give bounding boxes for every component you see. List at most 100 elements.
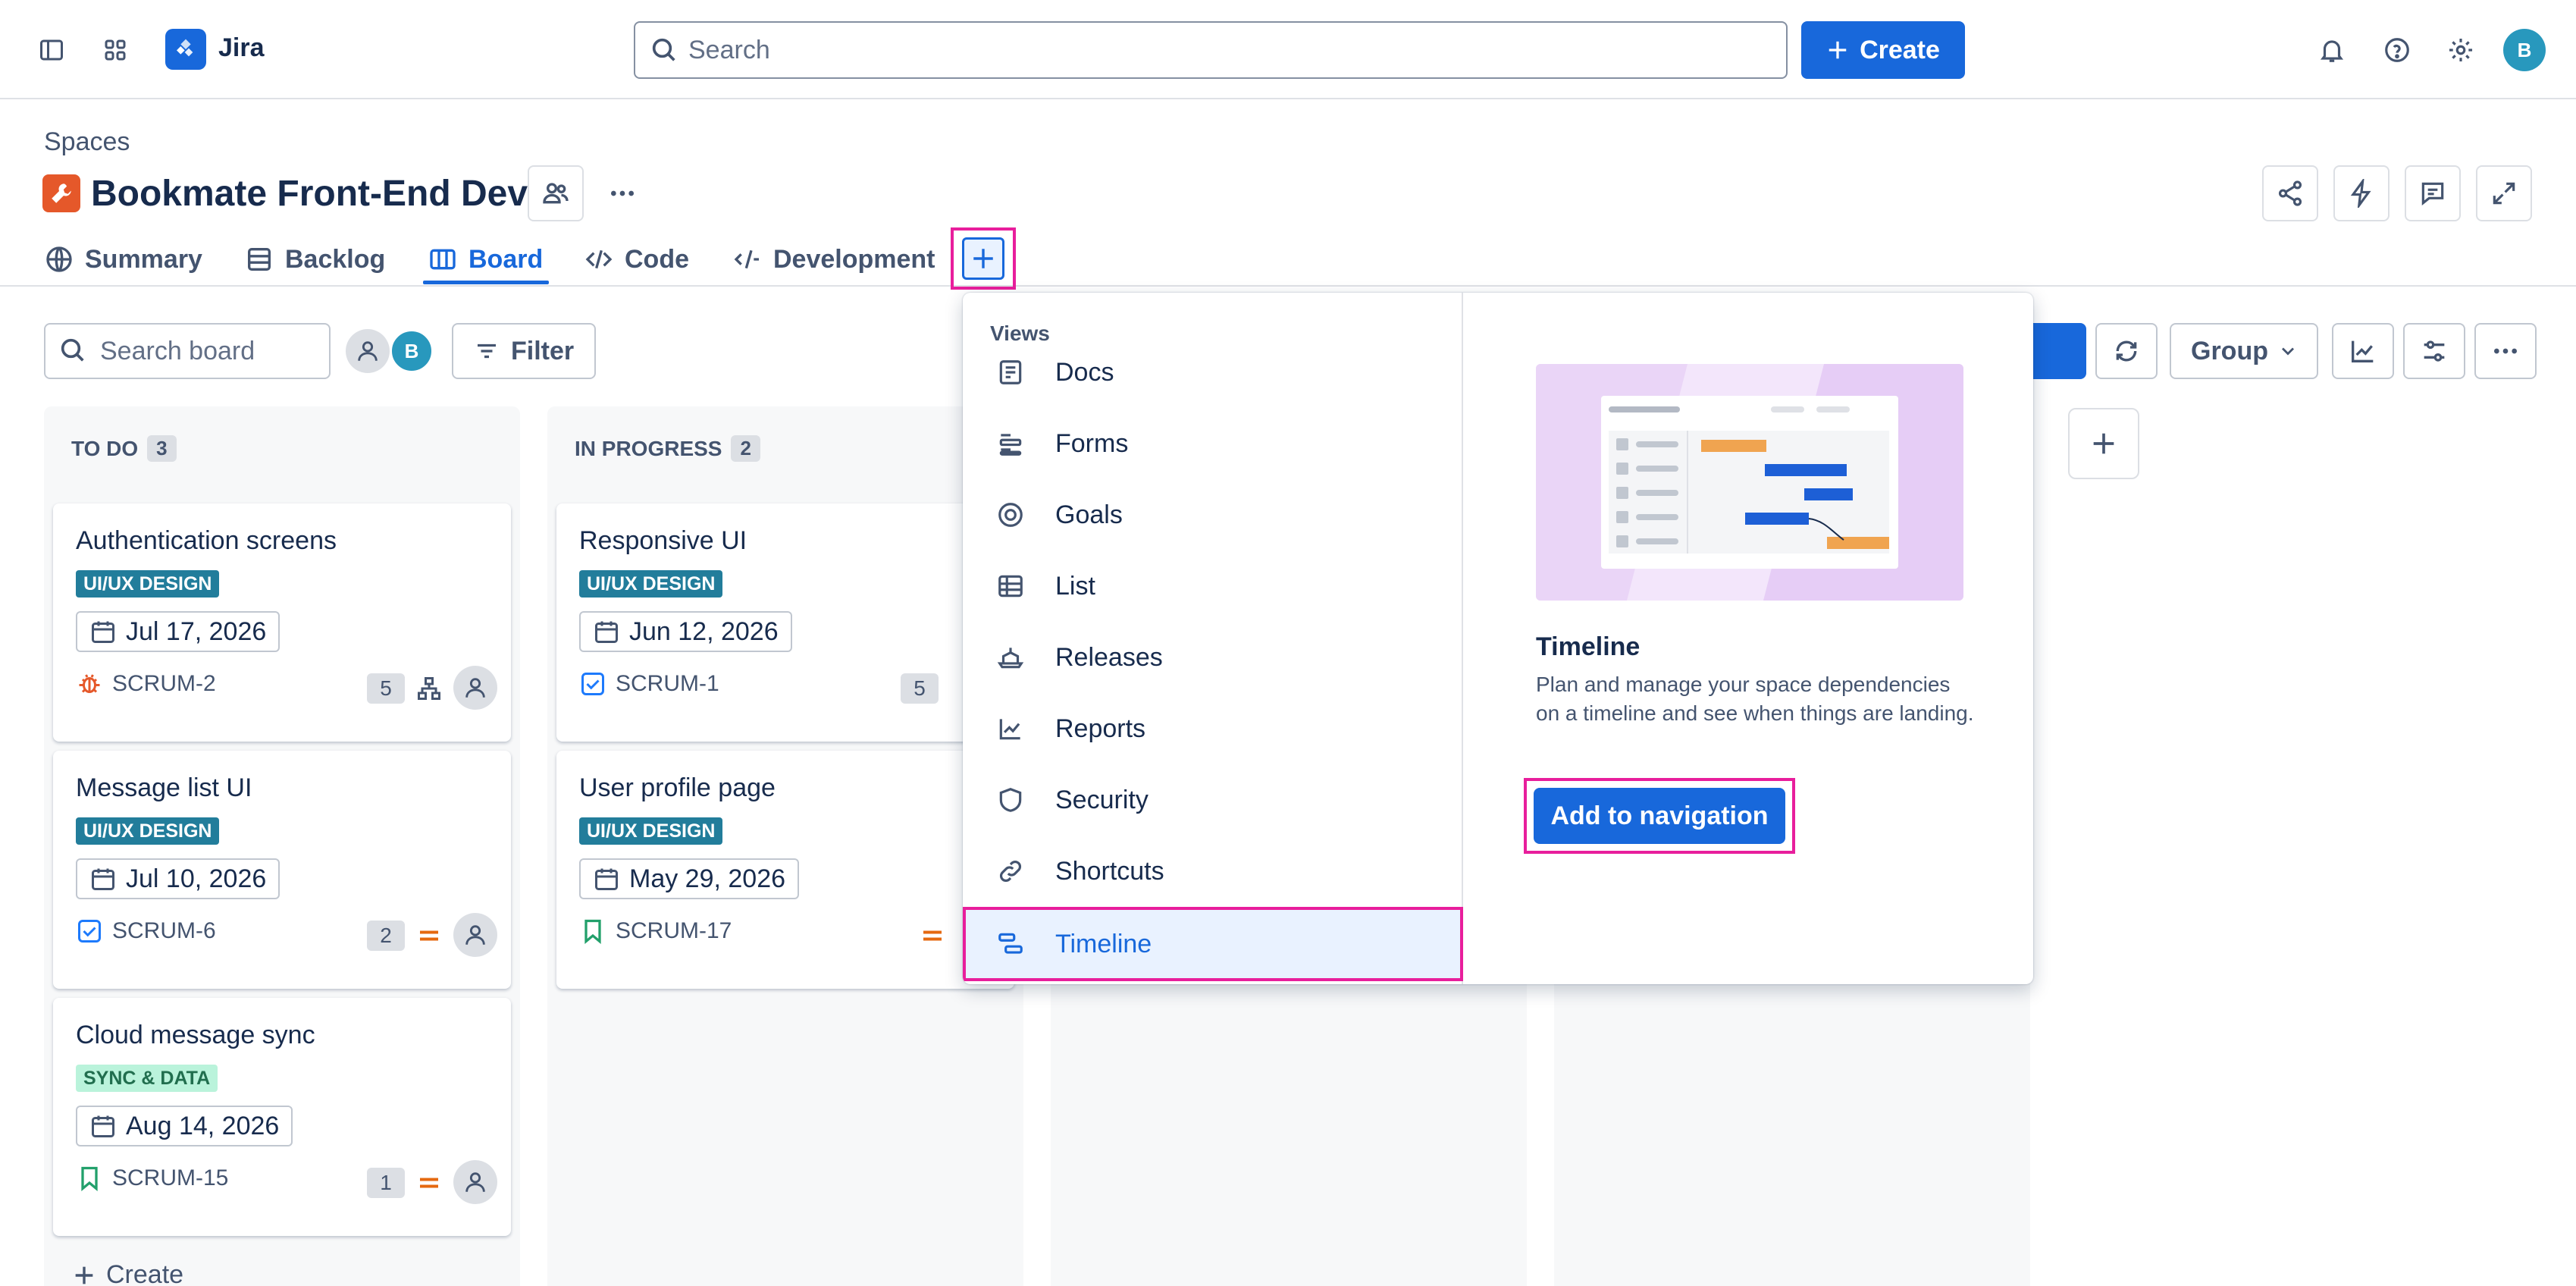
issue-card[interactable]: User profile page UI/UX DESIGN May 29, 2… [556, 751, 1014, 989]
issue-card[interactable]: Cloud message sync SYNC & DATA Aug 14, 2… [53, 998, 511, 1236]
tab-development[interactable]: Development [732, 235, 935, 284]
add-to-navigation-highlight: Add to navigation [1524, 778, 1795, 854]
views-dropdown-menu: Views Docs Forms Goals List Releases Rep… [963, 293, 2033, 984]
due-date[interactable]: Jul 17, 2026 [76, 611, 280, 652]
search-placeholder: Search [688, 35, 770, 64]
active-tab-indicator [423, 281, 549, 284]
issue-key[interactable]: SCRUM-15 [112, 1165, 228, 1191]
board-search-placeholder: Search board [100, 336, 255, 365]
view-item-security[interactable]: Security [963, 764, 1463, 836]
tab-backlog[interactable]: Backlog [244, 235, 385, 284]
board-more-button[interactable] [2474, 323, 2537, 379]
add-to-navigation-button[interactable]: Add to navigation [1534, 788, 1785, 844]
view-item-docs[interactable]: Docs [963, 337, 1463, 408]
due-date[interactable]: Jul 10, 2026 [76, 858, 280, 899]
priority-medium-icon [415, 922, 443, 949]
share-button[interactable] [2262, 165, 2318, 221]
code-icon [584, 244, 614, 274]
insights-button[interactable] [2332, 323, 2394, 379]
global-search-input[interactable]: Search [634, 21, 1788, 79]
assignee-avatar[interactable] [453, 913, 497, 957]
assignee-avatar[interactable] [453, 666, 497, 710]
due-date[interactable]: Jun 12, 2026 [579, 611, 792, 652]
breadcrumb[interactable]: Spaces [44, 127, 130, 157]
subtasks-icon [415, 675, 443, 702]
issue-card[interactable]: Message list UI UI/UX DESIGN Jul 10, 202… [53, 751, 511, 989]
list-table-icon [996, 572, 1025, 601]
app-switcher-icon[interactable] [94, 29, 136, 71]
more-actions-button[interactable] [594, 165, 650, 221]
view-settings-button[interactable] [2403, 323, 2465, 379]
person-icon [462, 1169, 488, 1195]
add-column-button[interactable] [2068, 408, 2139, 479]
calendar-icon [593, 618, 620, 645]
view-item-goals[interactable]: Goals [963, 479, 1463, 550]
tab-summary[interactable]: Summary [44, 235, 202, 284]
tab-board[interactable]: Board [428, 235, 543, 284]
board-search-input[interactable]: Search board [44, 323, 331, 379]
refresh-icon [2111, 336, 2142, 366]
feedback-button[interactable] [2405, 165, 2461, 221]
view-item-label: List [1055, 571, 1095, 601]
add-view-inner [962, 237, 1004, 280]
tab-label: Code [625, 244, 689, 274]
automation-button[interactable] [2333, 165, 2390, 221]
brand-name[interactable]: Jira [218, 33, 265, 63]
unassigned-avatar-filter[interactable] [346, 329, 390, 373]
lightning-icon [2347, 179, 2376, 208]
calendar-icon [593, 865, 620, 892]
user-avatar[interactable]: B [2503, 29, 2546, 71]
issue-key[interactable]: SCRUM-6 [112, 918, 216, 944]
team-members-button[interactable] [528, 165, 584, 221]
forms-icon [996, 429, 1025, 458]
calendar-icon [89, 1112, 117, 1140]
jira-logo-icon[interactable] [165, 29, 206, 70]
filter-icon [473, 337, 500, 365]
priority-medium-icon [415, 1169, 443, 1197]
tab-code[interactable]: Code [584, 235, 689, 284]
link-icon [996, 857, 1025, 886]
group-dropdown[interactable]: Group [2170, 323, 2318, 379]
assignee-avatar[interactable] [453, 1160, 497, 1204]
sidebar-toggle-icon[interactable] [30, 29, 73, 71]
task-checkbox-icon [579, 670, 606, 698]
due-date-text: Jul 17, 2026 [126, 616, 267, 646]
board-icon [428, 244, 458, 274]
issue-key[interactable]: SCRUM-1 [616, 671, 719, 697]
issue-card[interactable]: Authentication screens UI/UX DESIGN Jul … [53, 503, 511, 742]
task-checkbox-icon [76, 917, 103, 945]
issue-key[interactable]: SCRUM-2 [112, 671, 216, 697]
view-item-timeline[interactable]: Timeline [963, 907, 1463, 981]
view-item-list[interactable]: List [963, 550, 1463, 622]
filter-label: Filter [511, 336, 575, 365]
view-item-label: Releases [1055, 642, 1163, 672]
view-item-label: Goals [1055, 500, 1123, 529]
view-item-shortcuts[interactable]: Shortcuts [963, 836, 1463, 907]
due-date-text: May 29, 2026 [629, 864, 786, 893]
create-issue-button[interactable]: Create [71, 1260, 183, 1286]
due-date[interactable]: Aug 14, 2026 [76, 1106, 293, 1146]
view-item-label: Reports [1055, 714, 1146, 743]
issue-key[interactable]: SCRUM-17 [616, 918, 732, 944]
notifications-bell-icon[interactable] [2311, 29, 2353, 71]
view-item-releases[interactable]: Releases [963, 622, 1463, 693]
user-avatar-filter[interactable]: B [390, 329, 434, 373]
issue-card[interactable]: Responsive UI UI/UX DESIGN Jun 12, 2026 … [556, 503, 1014, 742]
add-view-button[interactable] [951, 227, 1016, 290]
view-item-reports[interactable]: Reports [963, 693, 1463, 764]
story-bookmark-icon [76, 1165, 103, 1192]
create-button[interactable]: Create [1801, 21, 1965, 79]
filter-button[interactable]: Filter [452, 323, 596, 379]
card-footer: SCRUM-17 [579, 917, 732, 945]
help-icon[interactable] [2376, 29, 2418, 71]
refresh-button[interactable] [2095, 323, 2158, 379]
due-date[interactable]: May 29, 2026 [579, 858, 800, 899]
view-item-forms[interactable]: Forms [963, 408, 1463, 479]
list-icon [244, 244, 274, 274]
story-points: 5 [901, 673, 939, 704]
fullscreen-button[interactable] [2476, 165, 2532, 221]
expand-icon [2490, 179, 2518, 208]
share-icon [2276, 179, 2305, 208]
label-badge: UI/UX DESIGN [76, 817, 220, 845]
settings-gear-icon[interactable] [2440, 29, 2482, 71]
